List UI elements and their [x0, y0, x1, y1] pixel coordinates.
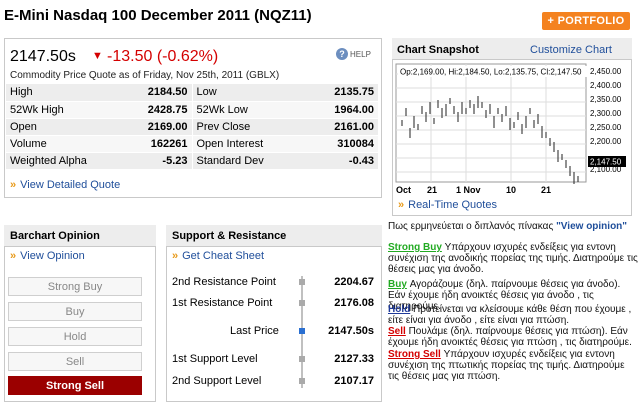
- level-marker: [299, 279, 305, 285]
- customize-chart-link[interactable]: Customize Chart: [530, 44, 612, 56]
- opinion-sell[interactable]: Sell: [8, 352, 142, 371]
- legend-tag: Buy: [388, 279, 407, 290]
- chevron-right-icon: »: [398, 199, 405, 211]
- stat-label: High: [6, 84, 124, 102]
- chart-plot-area: [395, 63, 587, 183]
- ohlc-readout: Op:2,169.00, Hi:2,184.50, Lo:2,135.75, C…: [400, 68, 582, 77]
- stat-value: 2428.75: [124, 101, 192, 119]
- stat-value: 2169.00: [124, 118, 192, 136]
- x-tick: 1 Nov: [456, 185, 481, 195]
- stat-value: 2135.75: [310, 84, 378, 102]
- chevron-right-icon: »: [10, 250, 17, 262]
- real-time-quotes-link[interactable]: » Real-Time Quotes: [398, 199, 497, 211]
- table-row: Volume 162261 Open Interest 310084: [6, 135, 378, 153]
- quote-table: High 2184.50 Low 2135.75 52Wk High 2428.…: [6, 84, 378, 170]
- level-value: 2107.17: [334, 375, 374, 387]
- level-marker: [299, 300, 305, 306]
- help-link[interactable]: HELP: [350, 50, 371, 59]
- legend-tag: Sell: [388, 326, 406, 337]
- x-tick: 10: [506, 185, 516, 195]
- legend-tag: Strong Buy: [388, 242, 442, 253]
- level-label-last-price: Last Price: [230, 325, 279, 337]
- table-row: High 2184.50 Low 2135.75: [6, 84, 378, 102]
- view-opinion-label: View Opinion: [20, 250, 85, 262]
- stat-value: 310084: [310, 135, 378, 153]
- opinion-strong-buy[interactable]: Strong Buy: [8, 277, 142, 296]
- legend-item-sell: Sell Πουλάμε (δηλ. παίρνουμε θέσεις για …: [388, 326, 638, 348]
- stat-label: Low: [191, 84, 310, 102]
- y-tick: 2,250.00: [590, 123, 622, 132]
- legend-text: Πουλάμε (δηλ. παίρνουμε θέσεις για πτώση…: [388, 326, 632, 348]
- y-tick: 2,300.00: [590, 109, 622, 118]
- legend-tag: Hold: [388, 304, 411, 315]
- legend-intro: Πως ερμηνεύεται ο διπλανός πίνακας "View…: [388, 221, 638, 232]
- y-tick: 2,200.00: [590, 137, 622, 146]
- stat-label: Prev Close: [191, 118, 310, 136]
- y-tick: 2,350.00: [590, 95, 622, 104]
- stat-label: 52Wk Low: [191, 101, 310, 119]
- level-marker-last-price: [299, 328, 305, 334]
- view-detailed-quote-link[interactable]: » View Detailed Quote: [10, 179, 120, 191]
- stat-value: 2161.00: [310, 118, 378, 136]
- level-label: 1st Resistance Point: [172, 297, 273, 309]
- table-row: Weighted Alpha -5.23 Standard Dev -0.43: [6, 152, 378, 170]
- view-opinion-link[interactable]: » View Opinion: [10, 250, 85, 262]
- stat-label: 52Wk High: [6, 101, 124, 119]
- chevron-right-icon: »: [172, 250, 179, 262]
- stat-label: Volume: [6, 135, 124, 153]
- level-label: 1st Support Level: [172, 353, 258, 365]
- y-tick: 2,450.00: [590, 67, 622, 76]
- stat-value: 1964.00: [310, 101, 378, 119]
- price-chart[interactable]: Op:2,169.00, Hi:2,184.50, Lo:2,135.75, C…: [394, 62, 630, 196]
- legend-text: Προτείνεται να κλείσουμε κάθε θέση που έ…: [388, 304, 632, 326]
- chevron-right-icon: »: [10, 179, 17, 191]
- stat-value: 2184.50: [124, 84, 192, 102]
- y-tick: 2,400.00: [590, 81, 622, 90]
- stat-value: -5.23: [124, 152, 192, 170]
- quote-subtitle: Commodity Price Quote as of Friday, Nov …: [10, 70, 280, 81]
- level-label: 2nd Support Level: [172, 375, 262, 387]
- x-tick: 21: [427, 185, 437, 195]
- legend-intro-link[interactable]: "View opinion": [556, 221, 627, 232]
- level-label: 2nd Resistance Point: [172, 276, 276, 288]
- legend-item-hold: Hold Προτείνεται να κλείσουμε κάθε θέση …: [388, 304, 638, 326]
- x-tick: Oct: [396, 185, 411, 195]
- x-tick: 21: [541, 185, 551, 195]
- last-price: 2147.50s: [10, 48, 76, 65]
- level-value: 2204.67: [334, 276, 374, 288]
- add-to-portfolio-button[interactable]: + PORTFOLIO: [542, 12, 630, 30]
- stat-label: Open Interest: [191, 135, 310, 153]
- stat-value: 162261: [124, 135, 192, 153]
- level-marker: [299, 356, 305, 362]
- legend-intro-text: Πως ερμηνεύεται ο διπλανός πίνακας: [388, 221, 554, 232]
- level-value: 2127.33: [334, 353, 374, 365]
- stat-value: -0.43: [310, 152, 378, 170]
- table-row: Open 2169.00 Prev Close 2161.00: [6, 118, 378, 136]
- opinion-hold[interactable]: Hold: [8, 327, 142, 346]
- legend-tag: Strong Sell: [388, 349, 441, 360]
- stat-label: Open: [6, 118, 124, 136]
- stat-label: Standard Dev: [191, 152, 310, 170]
- opinion-buy[interactable]: Buy: [8, 302, 142, 321]
- cheat-sheet-link[interactable]: » Get Cheat Sheet: [172, 250, 264, 262]
- help-icon[interactable]: ?: [336, 48, 348, 60]
- chart-title: Chart Snapshot: [397, 44, 479, 56]
- support-resistance-title: Support & Resistance: [172, 230, 287, 242]
- opinion-strong-sell[interactable]: Strong Sell: [8, 376, 142, 395]
- level-marker: [299, 378, 305, 384]
- page-title: E-Mini Nasdaq 100 December 2011 (NQZ11): [4, 7, 312, 24]
- real-time-quotes-label: Real-Time Quotes: [408, 199, 497, 211]
- level-value: 2176.08: [334, 297, 374, 309]
- view-detailed-quote-label: View Detailed Quote: [20, 179, 121, 191]
- cheat-sheet-label: Get Cheat Sheet: [182, 250, 265, 262]
- level-value-last-price: 2147.50s: [328, 325, 374, 337]
- table-row: 52Wk High 2428.75 52Wk Low 1964.00: [6, 101, 378, 119]
- stat-label: Weighted Alpha: [6, 152, 124, 170]
- price-change: -13.50 (-0.62%): [107, 48, 219, 65]
- last-price-marker-label: 2,147.50: [590, 158, 622, 167]
- opinion-title: Barchart Opinion: [10, 230, 100, 242]
- down-arrow-icon: ▼: [92, 50, 103, 62]
- legend-item-strong-buy: Strong Buy Υπάρχουν ισχυρές ενδείξεις γι…: [388, 242, 638, 275]
- legend-item-strong-sell: Strong Sell Υπάρχουν ισχυρές ενδείξεις γ…: [388, 349, 638, 382]
